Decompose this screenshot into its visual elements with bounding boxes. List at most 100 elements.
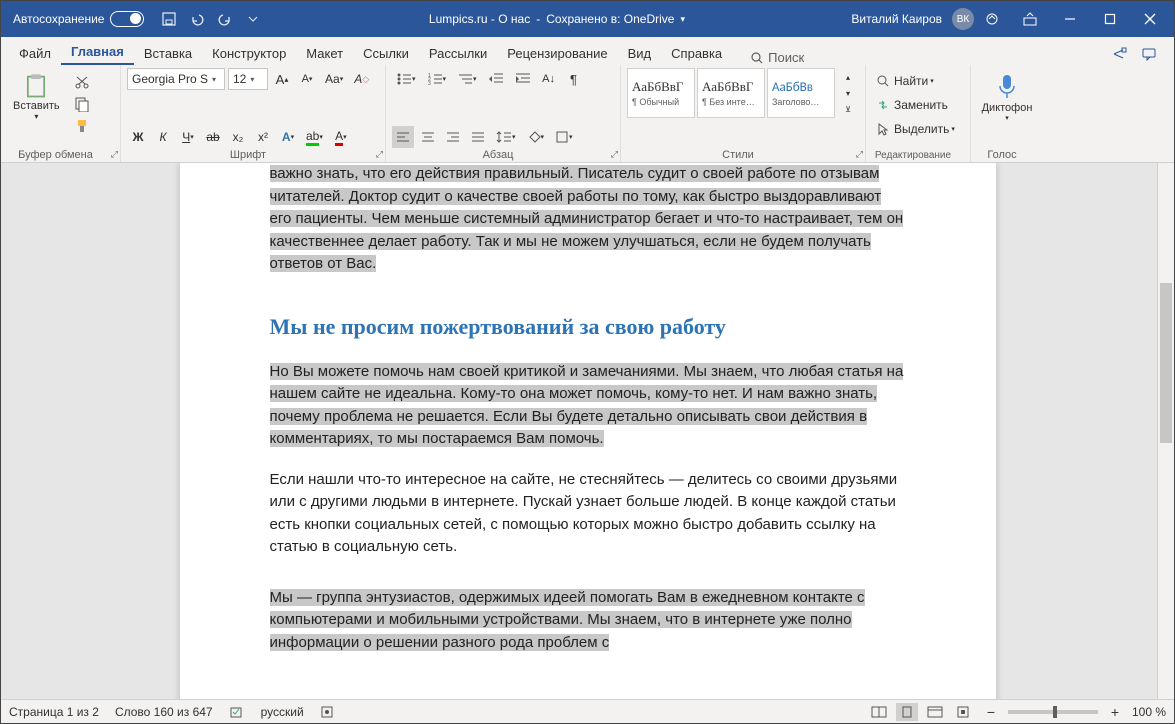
undo-icon[interactable] bbox=[188, 10, 206, 28]
read-mode-icon bbox=[871, 706, 887, 718]
outdent-button[interactable] bbox=[484, 68, 508, 90]
coming-soon-icon[interactable] bbox=[984, 11, 1000, 27]
tab-review[interactable]: Рецензирование bbox=[497, 41, 617, 65]
tab-references[interactable]: Ссылки bbox=[353, 41, 419, 65]
change-case-button[interactable]: Aa▾ bbox=[321, 68, 347, 90]
bold-button[interactable]: Ж bbox=[127, 126, 149, 148]
autosave-toggle[interactable]: Автосохранение bbox=[13, 11, 144, 27]
numbering-button[interactable]: 123▾ bbox=[423, 68, 451, 90]
word-count-status[interactable]: Слово 160 из 647 bbox=[115, 705, 213, 719]
redo-icon[interactable] bbox=[216, 10, 234, 28]
replace-button[interactable]: Заменить bbox=[872, 94, 967, 116]
style-heading1[interactable]: АаБбВвЗаголово… bbox=[767, 68, 835, 118]
font-size-combo[interactable]: 12▾ bbox=[228, 68, 268, 90]
minimize-button[interactable] bbox=[1050, 1, 1090, 37]
highlight-button[interactable]: ab▾ bbox=[302, 126, 327, 148]
text-effects-button[interactable]: A▾ bbox=[277, 126, 299, 148]
align-right-button[interactable] bbox=[442, 126, 464, 148]
tab-home[interactable]: Главная bbox=[61, 39, 134, 65]
language-status[interactable]: русский bbox=[261, 705, 304, 719]
numbering-icon: 123 bbox=[427, 72, 443, 86]
tab-layout[interactable]: Макет bbox=[296, 41, 353, 65]
qat-customize-icon[interactable] bbox=[244, 10, 262, 28]
cursor-icon bbox=[876, 122, 890, 136]
tab-file[interactable]: Файл bbox=[9, 41, 61, 65]
macro-status-icon[interactable] bbox=[320, 705, 334, 719]
bullets-button[interactable]: ▾ bbox=[392, 68, 420, 90]
font-launcher-icon[interactable]: ⤢ bbox=[376, 149, 383, 160]
align-center-button[interactable] bbox=[417, 126, 439, 148]
brush-icon bbox=[74, 118, 90, 134]
grow-font-button[interactable]: A▴ bbox=[271, 68, 293, 90]
styles-more-icon[interactable]: ⊻ bbox=[837, 101, 859, 117]
paste-button[interactable]: Вставить ▾ bbox=[7, 68, 66, 136]
underline-button[interactable]: Ч▾ bbox=[177, 126, 199, 148]
subscript-button[interactable]: x₂ bbox=[227, 126, 249, 148]
avatar[interactable]: ВК bbox=[952, 8, 974, 30]
print-layout-button[interactable] bbox=[896, 703, 918, 721]
style-normal[interactable]: АаБбВвГ¶ Обычный bbox=[627, 68, 695, 118]
superscript-button[interactable]: x² bbox=[252, 126, 274, 148]
multilevel-button[interactable]: ▾ bbox=[453, 68, 481, 90]
close-button[interactable] bbox=[1130, 1, 1170, 37]
show-marks-button[interactable]: ¶ bbox=[563, 68, 585, 90]
zoom-in-button[interactable]: + bbox=[1104, 703, 1126, 721]
format-painter-button[interactable] bbox=[70, 116, 94, 136]
tab-view[interactable]: Вид bbox=[618, 41, 662, 65]
style-nospacing[interactable]: АаБбВвГ¶ Без инте… bbox=[697, 68, 765, 118]
tab-mailings[interactable]: Рассылки bbox=[419, 41, 497, 65]
styles-launcher-icon[interactable]: ⤢ bbox=[856, 149, 863, 160]
web-layout-button[interactable] bbox=[924, 703, 946, 721]
strike-button[interactable]: ab bbox=[202, 126, 224, 148]
select-button[interactable]: Выделить▾ bbox=[872, 118, 967, 140]
justify-button[interactable] bbox=[467, 126, 489, 148]
save-icon[interactable] bbox=[160, 10, 178, 28]
vertical-scrollbar[interactable] bbox=[1157, 163, 1174, 699]
line-spacing-button[interactable]: ▾ bbox=[492, 126, 520, 148]
document-area[interactable]: важно знать, что его действия правильный… bbox=[1, 163, 1174, 699]
scrollbar-thumb[interactable] bbox=[1160, 283, 1172, 443]
comments-icon[interactable] bbox=[1138, 43, 1160, 65]
body-text[interactable]: важно знать, что его действия правильный… bbox=[270, 165, 904, 272]
cut-button[interactable] bbox=[70, 72, 94, 92]
italic-button[interactable]: К bbox=[152, 126, 174, 148]
page-number-status[interactable]: Страница 1 из 2 bbox=[9, 705, 99, 719]
align-left-button[interactable] bbox=[392, 126, 414, 148]
user-name[interactable]: Виталий Каиров bbox=[851, 12, 942, 26]
shading-button[interactable]: ▾ bbox=[523, 126, 549, 148]
spacing-icon bbox=[496, 130, 512, 144]
sort-button[interactable]: A↓ bbox=[538, 68, 560, 90]
tab-design[interactable]: Конструктор bbox=[202, 41, 296, 65]
styles-up-icon[interactable]: ▴ bbox=[837, 69, 859, 85]
tab-help[interactable]: Справка bbox=[661, 41, 732, 65]
spellcheck-status-icon[interactable] bbox=[229, 705, 245, 719]
font-name-combo[interactable]: Georgia Pro S▾ bbox=[127, 68, 225, 90]
search-box[interactable]: Поиск bbox=[750, 50, 804, 65]
web-layout-icon bbox=[927, 706, 943, 718]
body-text[interactable]: Если нашли что-то интересное на сайте, н… bbox=[270, 471, 898, 556]
zoom-out-button[interactable]: − bbox=[980, 703, 1002, 721]
indent-button[interactable] bbox=[511, 68, 535, 90]
share-icon[interactable] bbox=[1108, 43, 1130, 65]
focus-mode-button[interactable] bbox=[952, 703, 974, 721]
body-text[interactable]: Но Вы можете помочь нам своей критикой и… bbox=[270, 363, 904, 448]
styles-down-icon[interactable]: ▾ bbox=[837, 85, 859, 101]
zoom-level[interactable]: 100 % bbox=[1132, 705, 1166, 719]
font-color-button[interactable]: A▾ bbox=[330, 126, 352, 148]
zoom-slider[interactable] bbox=[1008, 710, 1098, 714]
ribbon-options-icon[interactable] bbox=[1010, 1, 1050, 37]
shrink-font-button[interactable]: A▾ bbox=[296, 68, 318, 90]
clear-format-button[interactable]: A◇ bbox=[350, 68, 373, 90]
copy-button[interactable] bbox=[70, 94, 94, 114]
clipboard-launcher-icon[interactable]: ⤢ bbox=[111, 149, 118, 160]
find-button[interactable]: Найти▾ bbox=[872, 70, 967, 92]
paragraph-launcher-icon[interactable]: ⤢ bbox=[611, 149, 618, 160]
tab-insert[interactable]: Вставка bbox=[134, 41, 202, 65]
body-text[interactable]: Мы — группа энтузиастов, одержимых идеей… bbox=[270, 589, 865, 651]
borders-button[interactable]: ▾ bbox=[551, 126, 577, 148]
maximize-button[interactable] bbox=[1090, 1, 1130, 37]
read-mode-button[interactable] bbox=[868, 703, 890, 721]
dictate-button[interactable]: Диктофон ▾ bbox=[977, 68, 1037, 126]
chevron-down-icon[interactable]: ▾ bbox=[680, 14, 685, 25]
heading[interactable]: Мы не просим пожертвований за свою работ… bbox=[270, 310, 906, 343]
